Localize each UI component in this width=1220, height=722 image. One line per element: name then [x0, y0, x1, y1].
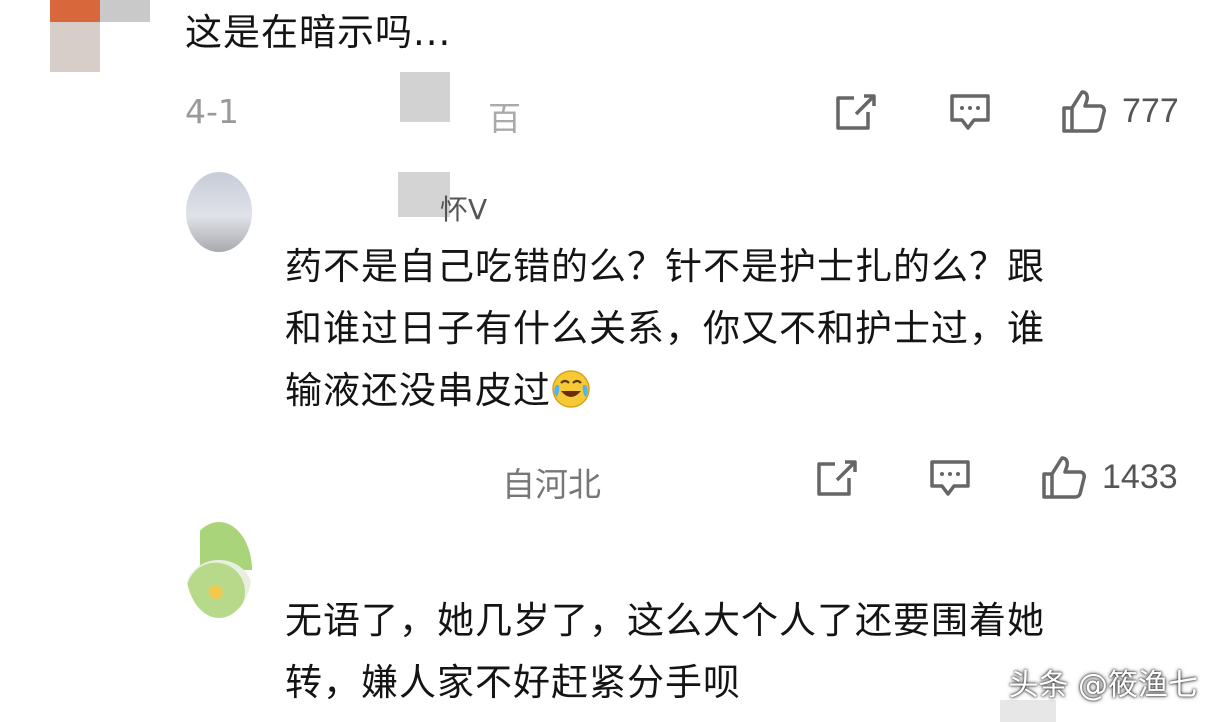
share-icon — [834, 92, 878, 132]
reply-button[interactable] — [948, 92, 992, 132]
redaction-mosaic — [400, 72, 450, 122]
avatar-mosaic — [50, 22, 100, 72]
reply-icon — [948, 92, 992, 132]
comment-location: 自河北 — [502, 465, 601, 504]
avatar-mosaic — [100, 0, 150, 22]
thumbs-up-icon — [1060, 88, 1108, 134]
comment-date: 4-1 — [185, 92, 239, 131]
share-button[interactable] — [834, 92, 878, 132]
like-button[interactable]: 777 — [1060, 88, 1179, 134]
comment-text: 无语了，她几岁了，这么大个人了还要围着她 转，嫌人家不好赶紧分手呗 — [285, 599, 1045, 704]
username: 怀V — [440, 193, 488, 226]
avatar — [186, 522, 252, 618]
laughing-tears-emoji — [551, 366, 591, 408]
thumbs-up-icon — [1040, 454, 1088, 500]
reply-icon — [928, 458, 972, 498]
comment-text-body: 药不是自己吃错的么？针不是护士扎的么？跟 和谁过日子有什么关系，你又不和护士过，… — [285, 245, 1045, 412]
avatar-mosaic — [50, 0, 100, 22]
reply-button[interactable] — [928, 458, 972, 498]
comment-text: 这是在暗示吗... — [185, 11, 452, 54]
like-count: 1433 — [1102, 457, 1178, 496]
like-count: 777 — [1122, 91, 1179, 130]
comment-2: 怀V 药不是自己吃错的么？针不是护士扎的么？跟 和谁过日子有什么关系，你又不和护… — [0, 150, 1220, 510]
avatar — [186, 172, 252, 252]
share-button[interactable] — [815, 458, 859, 498]
comment-location: 百 — [488, 99, 521, 138]
like-button[interactable]: 1433 — [1040, 454, 1178, 500]
share-icon — [815, 458, 859, 498]
comment-1: 这是在暗示吗... 4-1 百 777 — [0, 0, 1220, 150]
comment-text: 药不是自己吃错的么？针不是护士扎的么？跟 和谁过日子有什么关系，你又不和护士过，… — [285, 236, 1045, 422]
watermark: 头条 @筱渔七 — [1008, 668, 1198, 703]
